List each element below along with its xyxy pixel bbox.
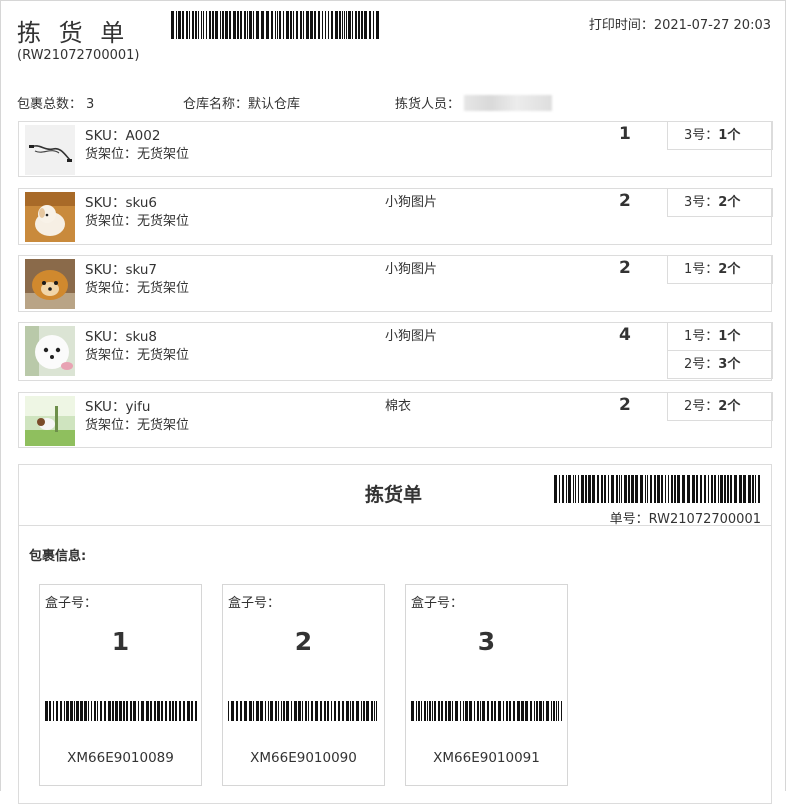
- box-allocation-cell: 3号：1个: [667, 121, 773, 150]
- slip-barcode: [554, 475, 760, 503]
- box-label: 盒子号：: [45, 596, 98, 611]
- slip-order-number: 单号：RW21072700001: [609, 512, 761, 527]
- box-allocation-cell: 1号：2个: [667, 255, 773, 284]
- box-number: 2: [294, 627, 313, 656]
- item-quantity: 2: [619, 191, 631, 211]
- warehouse-value: 默认仓库: [248, 97, 301, 112]
- item-row: SKU：sku8 货架位：无货架位 小狗图片 4 1号：1个 2号：3个: [18, 322, 773, 381]
- item-name: 棉衣: [385, 399, 412, 414]
- picking-slip: 拣货单 单号：RW21072700001 包裹信息: 盒子号： 1 XM66E9…: [18, 464, 772, 804]
- item-box-allocation: 1号：2个: [667, 255, 773, 284]
- package-info-label: 包裹信息:: [29, 549, 87, 564]
- item-box-allocation: 3号：1个: [667, 121, 773, 150]
- item-sku: SKU：sku7: [85, 262, 158, 278]
- box-allocation-label: 1号：: [684, 262, 719, 277]
- box-allocation-cell: 2号：3个: [667, 350, 773, 379]
- box-allocation-count: 2个: [718, 195, 741, 210]
- package-barcode: [411, 701, 562, 721]
- picker: 拣货人员：: [395, 93, 553, 112]
- item-quantity: 4: [619, 325, 631, 345]
- package-code: XM66E9010091: [433, 750, 540, 766]
- package-total-value: 3: [86, 97, 95, 112]
- picker-name-redacted: [464, 95, 553, 111]
- item-row: SKU：sku6 货架位：无货架位 小狗图片 2 3号：2个: [18, 188, 773, 245]
- item-sku: SKU：A002: [85, 128, 161, 144]
- item-quantity: 1: [619, 124, 631, 144]
- package-total-label: 包裹总数：: [17, 97, 83, 112]
- warehouse-label: 仓库名称：: [183, 97, 249, 112]
- package-barcode: [228, 701, 377, 721]
- package-code: XM66E9010089: [67, 750, 174, 766]
- puppy-image: [25, 259, 75, 309]
- item-row: SKU：yifu 货架位：无货架位 棉衣 2 2号：2个: [18, 392, 773, 448]
- package-barcode: [45, 701, 197, 721]
- box-allocation-label: 1号：: [684, 329, 719, 344]
- package-card: 盒子号： 2 XM66E9010090: [222, 584, 385, 786]
- slip-title: 拣货单: [365, 484, 423, 506]
- item-quantity: 2: [619, 258, 631, 278]
- item-name: 小狗图片: [385, 329, 438, 344]
- item-shelf: 货架位：无货架位: [85, 348, 190, 363]
- box-allocation-label: 2号：: [684, 399, 719, 414]
- box-number: 1: [111, 627, 130, 656]
- item-shelf: 货架位：无货架位: [85, 214, 190, 229]
- item-shelf: 货架位：无货架位: [85, 281, 190, 296]
- slip-header: 拣货单 单号：RW21072700001: [19, 465, 771, 527]
- box-allocation-label: 2号：: [684, 357, 719, 372]
- package-code: XM66E9010090: [250, 750, 357, 766]
- box-allocation-count: 1个: [718, 128, 741, 143]
- item-name: 小狗图片: [385, 262, 438, 277]
- item-sku: SKU：sku6: [85, 195, 158, 211]
- order-barcode: [171, 11, 379, 39]
- package-card: 盒子号： 3 XM66E9010091: [405, 584, 568, 786]
- warehouse-name: 仓库名称：默认仓库: [183, 93, 300, 112]
- box-allocation-count: 2个: [718, 399, 741, 414]
- box-allocation-count: 1个: [718, 329, 741, 344]
- print-time: 打印时间：2021-07-27 20:03: [588, 18, 771, 33]
- item-sku: SKU：yifu: [85, 399, 151, 415]
- item-sku: SKU：sku8: [85, 329, 158, 345]
- item-row: SKU：sku7 货架位：无货架位 小狗图片 2 1号：2个: [18, 255, 773, 312]
- puppy-image: [25, 192, 75, 242]
- item-box-allocation: 2号：2个: [667, 392, 773, 421]
- package-total: 包裹总数： 3: [17, 93, 94, 112]
- box-allocation-label: 3号：: [684, 195, 719, 210]
- item-row: SKU：A002 货架位：无货架位 1 3号：1个: [18, 121, 773, 177]
- page-title: 拣 货 单: [17, 19, 130, 47]
- order-number: (RW21072700001): [17, 48, 140, 63]
- item-box-allocation: 3号：2个: [667, 188, 773, 217]
- box-allocation-count: 3个: [718, 357, 741, 372]
- box-allocation-count: 2个: [718, 262, 741, 277]
- picker-label: 拣货人员：: [395, 97, 461, 112]
- box-label: 盒子号：: [411, 596, 464, 611]
- box-allocation-cell: 1号：1个: [667, 322, 773, 351]
- item-name: 小狗图片: [385, 195, 438, 210]
- box-allocation-label: 3号：: [684, 128, 719, 143]
- box-allocation-cell: 2号：2个: [667, 392, 773, 421]
- item-shelf: 货架位：无货架位: [85, 418, 190, 433]
- item-shelf: 货架位：无货架位: [85, 147, 190, 162]
- box-allocation-cell: 3号：2个: [667, 188, 773, 217]
- item-box-allocation: 1号：1个 2号：3个: [667, 322, 773, 379]
- box-number: 3: [477, 627, 496, 656]
- package-card: 盒子号： 1 XM66E9010089: [39, 584, 202, 786]
- puppy-image: [25, 326, 75, 376]
- box-label: 盒子号：: [228, 596, 281, 611]
- item-quantity: 2: [619, 395, 631, 415]
- cable-image: [25, 125, 75, 175]
- garden-image: [25, 396, 75, 446]
- picking-list-page: 拣 货 单 (RW21072700001) 打印时间：2021-07-27 20…: [0, 0, 786, 804]
